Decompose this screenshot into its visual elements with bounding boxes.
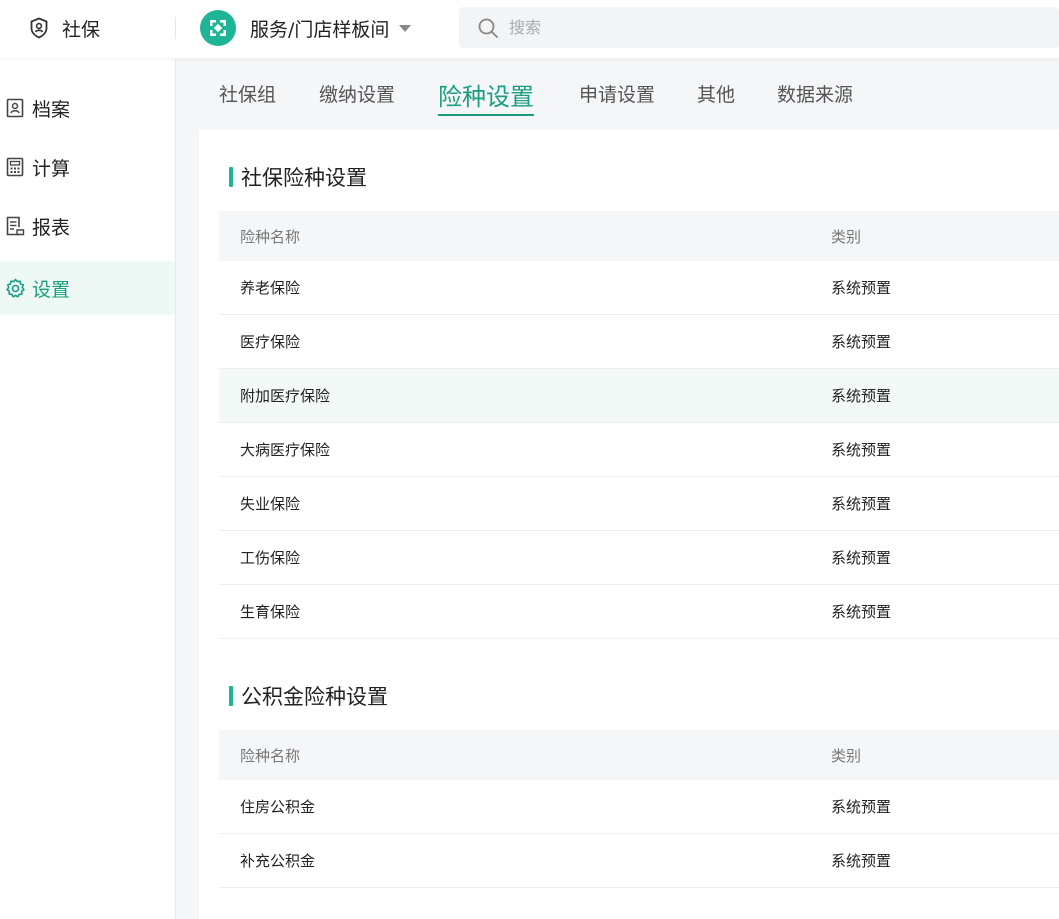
- insurance-type: 系统预置: [831, 495, 892, 513]
- top-bar: 社保 服务/门店样板间: [0, 0, 1059, 58]
- sidebar-item-label: 计算: [32, 157, 71, 180]
- main-content: 社保险种设置 险种名称 类别 养老保险 系统预置 医疗保险 系统预置 附加医疗保…: [199, 130, 1059, 919]
- section-marker: [229, 167, 233, 187]
- shield-user-icon: [28, 17, 50, 39]
- insurance-name: 大病医疗保险: [240, 441, 331, 459]
- sidebar-item-label: 档案: [32, 98, 71, 121]
- table-header: 险种名称 类别: [219, 211, 1059, 261]
- section-title: 社保险种设置: [229, 162, 367, 192]
- table-row[interactable]: 附加医疗保险 系统预置: [219, 369, 1059, 423]
- gear-icon: [4, 277, 26, 299]
- insurance-name: 养老保险: [240, 279, 301, 297]
- housing-fund-table: 险种名称 类别 住房公积金 系统预置 补充公积金 系统预置: [219, 730, 1059, 888]
- fund-name: 住房公积金: [240, 798, 316, 816]
- table-row[interactable]: 医疗保险 系统预置: [219, 315, 1059, 369]
- insurance-name: 失业保险: [240, 495, 301, 513]
- fund-type: 系统预置: [831, 852, 892, 870]
- table-row[interactable]: 住房公积金 系统预置: [219, 780, 1059, 834]
- insurance-type: 系统预置: [831, 441, 892, 459]
- store-switcher[interactable]: 服务/门店样板间: [200, 10, 412, 46]
- sidebar-item-label: 报表: [32, 216, 71, 239]
- search-input[interactable]: [509, 18, 909, 37]
- tab-data-source[interactable]: 数据来源: [777, 80, 853, 107]
- fund-name: 补充公积金: [240, 852, 316, 870]
- insurance-type: 系统预置: [831, 333, 892, 351]
- calculator-icon: [4, 156, 26, 178]
- archive-icon: [4, 97, 26, 119]
- insurance-name: 生育保险: [240, 603, 301, 621]
- section-title: 公积金险种设置: [229, 681, 388, 711]
- table-row[interactable]: 生育保险 系统预置: [219, 585, 1059, 639]
- section-marker: [229, 686, 233, 706]
- tab-payment-settings[interactable]: 缴纳设置: [319, 80, 395, 107]
- store-name: 服务/门店样板间: [250, 18, 390, 41]
- insurance-type: 系统预置: [831, 603, 892, 621]
- section-title-text: 公积金险种设置: [241, 685, 388, 709]
- store-logo-icon: [200, 10, 236, 46]
- sidebar: 档案 计算 报表 设置: [0, 58, 176, 919]
- insurance-name: 附加医疗保险: [240, 387, 331, 405]
- social-insurance-table: 险种名称 类别 养老保险 系统预置 医疗保险 系统预置 附加医疗保险 系统预置 …: [219, 211, 1059, 639]
- column-header-type: 类别: [831, 746, 862, 765]
- insurance-type: 系统预置: [831, 549, 892, 567]
- table-header: 险种名称 类别: [219, 730, 1059, 780]
- table-row[interactable]: 大病医疗保险 系统预置: [219, 423, 1059, 477]
- section-title-text: 社保险种设置: [241, 166, 367, 190]
- insurance-type: 系统预置: [831, 279, 892, 297]
- tab-insurance-settings[interactable]: 险种设置: [438, 77, 534, 116]
- column-header-name: 险种名称: [240, 746, 301, 765]
- insurance-name: 工伤保险: [240, 549, 301, 567]
- sidebar-item-calculate[interactable]: 计算: [0, 140, 175, 194]
- column-header-type: 类别: [831, 227, 862, 246]
- app-title[interactable]: 社保: [28, 14, 100, 42]
- insurance-name: 医疗保险: [240, 333, 301, 351]
- tab-social-group[interactable]: 社保组: [219, 80, 276, 107]
- app-name-label: 社保: [62, 18, 101, 41]
- sidebar-item-reports[interactable]: 报表: [0, 199, 175, 253]
- tab-application-settings[interactable]: 申请设置: [579, 80, 655, 107]
- report-icon: [4, 215, 26, 237]
- fund-type: 系统预置: [831, 798, 892, 816]
- table-row[interactable]: 工伤保险 系统预置: [219, 531, 1059, 585]
- sidebar-item-archive[interactable]: 档案: [0, 81, 175, 135]
- sidebar-item-label: 设置: [32, 278, 71, 301]
- tab-other[interactable]: 其他: [697, 80, 735, 107]
- table-row[interactable]: 失业保险 系统预置: [219, 477, 1059, 531]
- search-box[interactable]: [459, 7, 1059, 48]
- sidebar-item-settings[interactable]: 设置: [0, 261, 175, 315]
- table-row[interactable]: 补充公积金 系统预置: [219, 834, 1059, 888]
- tab-bar: 社保组 缴纳设置 险种设置 申请设置 其他 数据来源: [176, 58, 1059, 130]
- divider: [175, 17, 176, 39]
- search-icon: [477, 17, 499, 39]
- column-header-name: 险种名称: [240, 227, 301, 246]
- caret-down-icon: [399, 24, 412, 32]
- table-row[interactable]: 养老保险 系统预置: [219, 261, 1059, 315]
- insurance-type: 系统预置: [831, 387, 892, 405]
